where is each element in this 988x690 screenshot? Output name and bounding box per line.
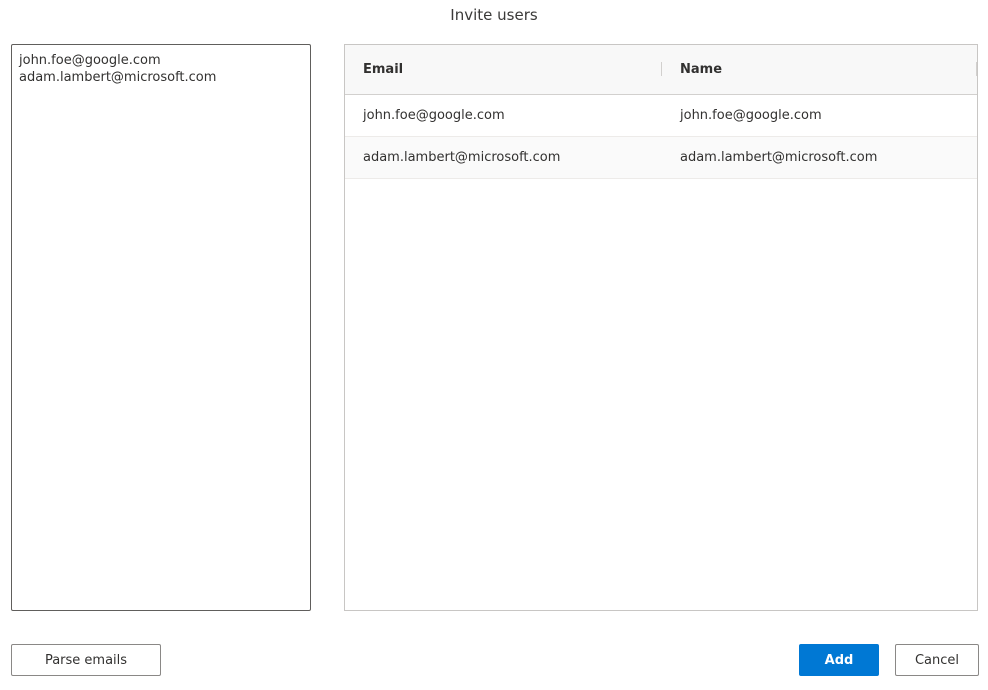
column-header-name[interactable]: Name [662, 45, 977, 94]
emails-textarea[interactable]: john.foe@google.com adam.lambert@microso… [11, 44, 311, 611]
name-cell: john.foe@google.com [680, 108, 822, 123]
invite-users-dialog: Invite users john.foe@google.com adam.la… [0, 0, 988, 690]
column-divider[interactable] [976, 62, 977, 76]
email-cell: john.foe@google.com [363, 108, 505, 123]
grid-header: Email Name [345, 45, 977, 95]
column-header-name-label: Name [680, 62, 723, 77]
email-cell: adam.lambert@microsoft.com [363, 150, 561, 165]
table-row[interactable]: adam.lambert@microsoft.com adam.lambert@… [345, 137, 977, 179]
table-row[interactable]: john.foe@google.com john.foe@google.com [345, 95, 977, 137]
name-cell: adam.lambert@microsoft.com [680, 150, 878, 165]
cancel-button[interactable]: Cancel [895, 644, 979, 676]
dialog-title: Invite users [450, 6, 538, 24]
column-header-email-label: Email [363, 62, 404, 77]
add-button[interactable]: Add [799, 644, 879, 676]
users-grid: Email Name john.foe@google.com john.foe@… [344, 44, 978, 611]
parse-emails-button[interactable]: Parse emails [11, 644, 161, 676]
column-header-email[interactable]: Email [345, 45, 662, 94]
